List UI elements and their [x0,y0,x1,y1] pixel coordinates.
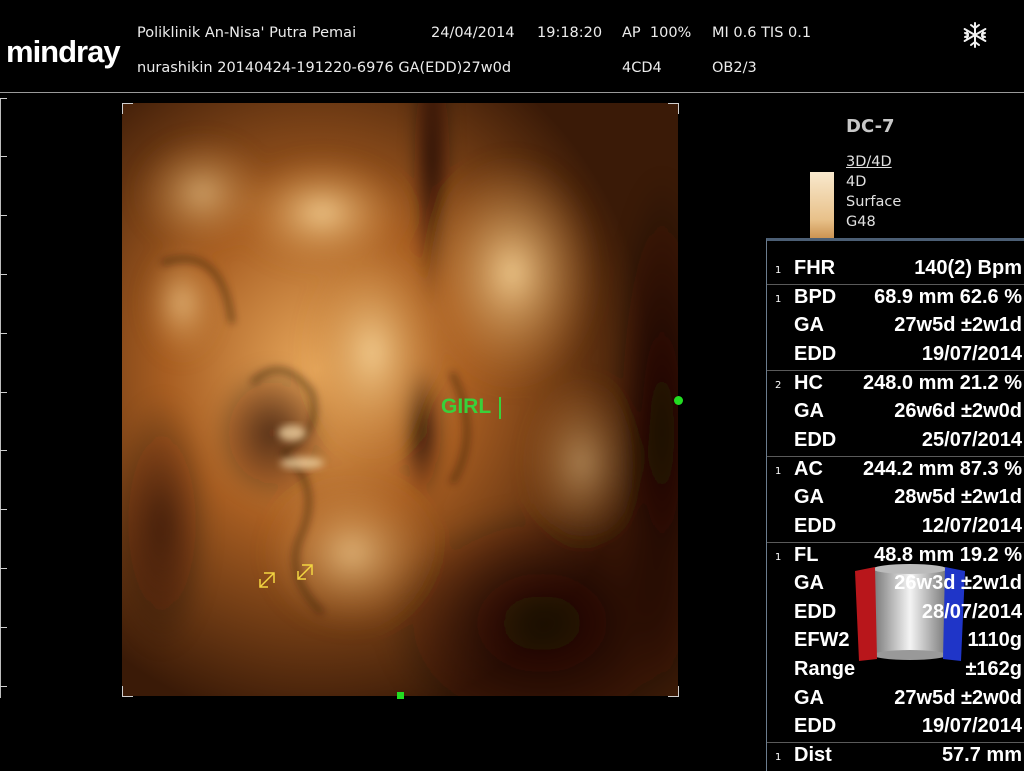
measurement-group-divider [767,455,1024,457]
exam-date: 24/04/2014 [431,25,515,41]
measurement-label: AC [794,457,823,480]
measurement-index: 2 [775,379,782,391]
depth-scale [0,98,8,698]
measurement-label: BPD [794,285,837,308]
measurement-label: EDD [794,715,837,738]
measurement-value: 57.7 mm [941,744,1022,767]
facility-name: Poliklinik An-Nisa' Putra Pemai [137,25,357,41]
measurement-row: Range ±162g [767,657,1024,685]
measurement-results-panel[interactable]: 1 FHR 140(2) Bpm 1 BPD 68.9 mm 62.6 % GA 27w5d … [766,238,1024,771]
measurement-value: ±162g [965,658,1022,681]
measurement-label: EFW2 [794,629,850,652]
measurement-label: Dist [794,744,832,767]
measurement-value: 48.8 mm 19.2 % [874,543,1022,566]
preset-name: 4CD4 [622,60,662,76]
measurement-row: 1 BPD 68.9 mm 62.6 % [767,285,1024,313]
measurement-row: EDD 12/07/2014 [767,514,1024,542]
roi-corner-bottom-right [668,686,679,697]
header-divider [0,92,1024,93]
roi-corner-top-right [668,103,679,114]
measurement-value: 140(2) Bpm [914,257,1022,279]
measurement-row: EDD 19/07/2014 [767,342,1024,370]
measurement-group-divider [767,283,1024,285]
measurement-group-divider [767,541,1024,543]
measurement-row: EDD 19/07/2014 [767,714,1024,742]
measurement-value: 19/07/2014 [921,342,1022,365]
measurement-label: FL [794,543,819,566]
measurement-value: 25/07/2014 [921,428,1022,451]
green-marker-dot[interactable] [674,396,683,405]
measurement-label: GA [794,686,824,709]
measurement-value: 248.0 mm 21.2 % [863,371,1022,394]
measurement-label: GA [794,572,824,595]
image-annotation[interactable]: GIRL [441,395,491,419]
roi-corner-bottom-left [122,686,133,697]
measurement-row: EDD 28/07/2014 [767,600,1024,628]
acoustic-power: AP 100% [622,25,692,41]
measurement-label: EDD [794,428,837,451]
measurement-group-divider [767,742,1024,744]
measurement-value: 68.9 mm 62.6 % [874,285,1022,308]
measurement-label: GA [794,486,824,509]
gain-value: G48 [846,214,876,230]
text-cursor [499,397,501,419]
ultrasound-3d-image[interactable] [122,103,678,696]
measurement-value: 27w5d ±2w0d [894,686,1022,709]
measurement-value: 12/07/2014 [921,514,1022,537]
measurement-label: FHR [794,257,836,279]
measurement-label: HC [794,371,823,394]
measurement-value: 1110g [967,629,1022,652]
measurement-label: EDD [794,342,837,365]
measurement-row: GA 27w5d ±2w1d [767,313,1024,341]
measurement-row: 1 AC 244.2 mm 87.3 % [767,457,1024,485]
render-surface: Surface [846,194,902,210]
measurement-value: 244.2 mm 87.3 % [863,457,1022,480]
exam-type: OB2/3 [712,60,757,76]
patient-id: nurashikin 20140424-191220-6976 GA(EDD)2… [137,60,512,76]
mode-3d4d[interactable]: 3D/4D [846,154,892,170]
measurement-label: EDD [794,600,837,623]
measurement-label: GA [794,400,824,423]
tint-map-bar [810,172,834,240]
measurement-value: 28/07/2014 [921,600,1022,623]
measurement-row: GA 26w6d ±2w0d [767,399,1024,427]
measurement-label: GA [794,314,824,337]
measurement-index: 1 [775,551,782,563]
measurement-value: 19/07/2014 [921,715,1022,738]
green-marker-square[interactable] [397,692,404,699]
measurement-row: 1 Dist 57.7 mm [767,743,1024,771]
measurement-label: EDD [794,514,837,537]
measurement-label: Range [794,658,856,681]
measurement-index: 1 [775,752,782,764]
measurement-row: EFW2 1110g [767,628,1024,656]
measurement-index: 1 [775,265,782,276]
measurement-value: 26w3d ±2w1d [894,572,1022,595]
measurement-row: 1 FL 48.8 mm 19.2 % [767,543,1024,571]
roi-corner-top-left [122,103,133,114]
measurement-group-divider [767,369,1024,371]
measurement-value: 27w5d ±2w1d [894,314,1022,337]
measurement-row: GA 26w3d ±2w1d [767,571,1024,599]
measurement-index: 1 [775,293,782,305]
probe-name: DC-7 [846,116,895,137]
mi-tis-index: MI 0.6 TIS 0.1 [712,25,812,41]
measurement-value: 28w5d ±2w1d [894,486,1022,509]
mindray-logo: mindray [6,34,121,69]
measurement-row: 2 HC 248.0 mm 21.2 % [767,371,1024,399]
measurement-value: 26w6d ±2w0d [894,400,1022,423]
exam-time: 19:18:20 [537,25,603,41]
snowflake-icon [963,22,987,48]
measurement-index: 1 [775,465,782,477]
measurement-row: EDD 25/07/2014 [767,428,1024,456]
mode-4d: 4D [846,174,867,190]
measurement-row: 1 FHR 140(2) Bpm [767,256,1024,284]
measurement-row: GA 28w5d ±2w1d [767,485,1024,513]
measurement-row: GA 27w5d ±2w0d [767,686,1024,714]
